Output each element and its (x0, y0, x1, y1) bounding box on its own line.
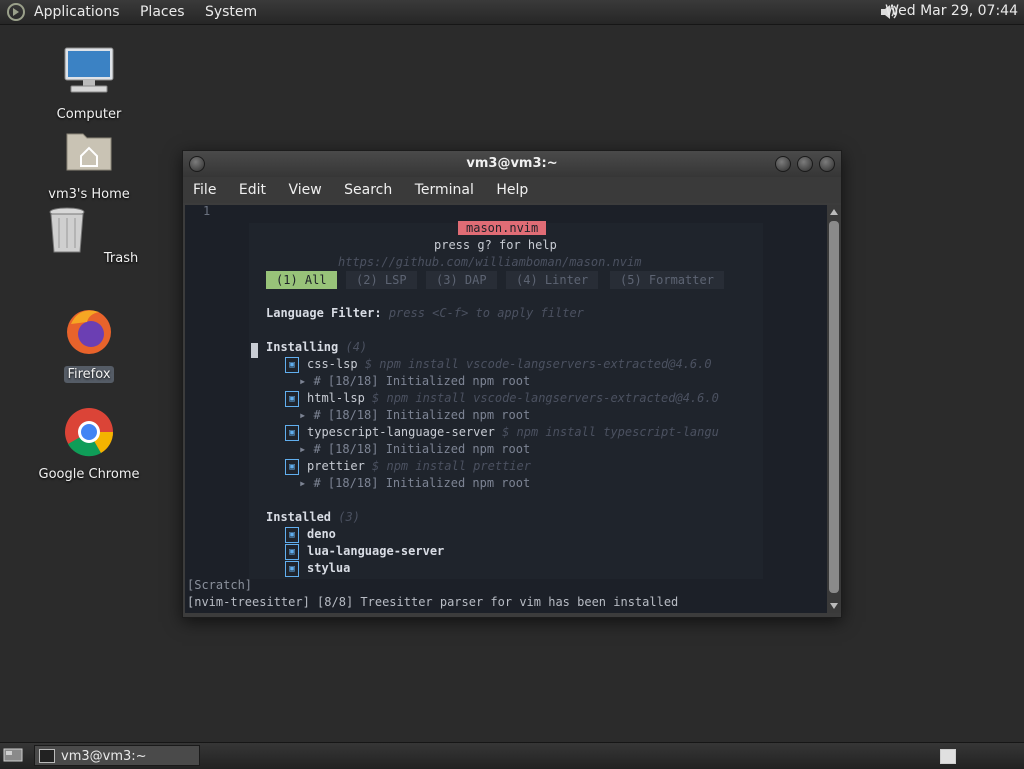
tab-linter[interactable]: (4) Linter (506, 271, 599, 289)
menu-help[interactable]: Help (496, 182, 528, 198)
panel-menu: Applications Places System (34, 0, 273, 24)
package-icon: ▣ (285, 560, 299, 577)
applications-menu[interactable]: Applications (34, 4, 120, 20)
show-desktop-icon[interactable] (3, 747, 23, 763)
desktop-icon-label: vm3's Home (48, 187, 130, 202)
message-line: [nvim-treesitter] [8/8] Treesitter parse… (187, 595, 679, 609)
desktop-icon-label: Computer (56, 107, 122, 122)
menu-edit[interactable]: Edit (239, 182, 266, 198)
menu-view[interactable]: View (288, 182, 321, 198)
computer-icon (64, 47, 114, 93)
distro-logo-icon[interactable] (6, 2, 26, 22)
tab-lsp[interactable]: (2) LSP (346, 271, 417, 289)
menu-file[interactable]: File (193, 182, 216, 198)
terminal-scrollbar[interactable] (827, 205, 841, 613)
window-menubar: File Edit View Search Terminal Help (183, 177, 841, 203)
package-icon: ▣ (285, 424, 299, 441)
places-menu[interactable]: Places (140, 4, 185, 20)
terminal-window[interactable]: vm3@vm3:~ File Edit View Search Terminal… (182, 150, 842, 618)
install-progress[interactable]: ▸ # [18/18] Initialized npm root (299, 475, 530, 492)
installing-item[interactable]: ▣ css-lsp $ npm install vscode-langserver… (285, 356, 712, 373)
package-icon: ▣ (285, 356, 299, 373)
desktop-icon-label: Trash (103, 251, 139, 266)
install-progress[interactable]: ▸ # [18/18] Initialized npm root (299, 373, 530, 390)
home-folder-icon (66, 133, 112, 171)
install-progress[interactable]: ▸ # [18/18] Initialized npm root (299, 441, 530, 458)
installed-item[interactable]: ▣ lua-language-server (285, 543, 444, 560)
scrollbar-thumb[interactable] (829, 221, 839, 593)
installing-heading: Installing (4) (266, 340, 368, 354)
close-button[interactable] (819, 156, 835, 172)
terminal-icon (39, 749, 55, 763)
mason-url[interactable]: https://github.com/williamboman/mason.nv… (338, 254, 641, 271)
package-icon: ▣ (285, 458, 299, 475)
installing-item[interactable]: ▣ prettier $ npm install prettier (285, 458, 531, 475)
bottom-panel: vm3@vm3:~ (0, 742, 1024, 769)
tab-formatter[interactable]: (5) Formatter (610, 271, 724, 289)
installing-item[interactable]: ▣ html-lsp $ npm install vscode-langserve… (285, 390, 719, 407)
tab-all[interactable]: (1) All (266, 271, 337, 289)
package-icon: ▣ (285, 390, 299, 407)
mason-help-text: press g? for help (434, 238, 557, 252)
taskbar-item-label: vm3@vm3:~ (61, 749, 147, 764)
desktop-icon-label: Firefox (64, 366, 114, 383)
desktop-icon-firefox[interactable]: Firefox (34, 304, 144, 383)
installed-heading: Installed (3) (266, 510, 360, 524)
system-menu[interactable]: System (205, 4, 257, 20)
maximize-button[interactable] (797, 156, 813, 172)
workspace-switcher[interactable] (940, 749, 956, 764)
menu-terminal[interactable]: Terminal (415, 182, 474, 198)
terminal-cursor (251, 343, 258, 358)
window-menu-button[interactable] (189, 156, 205, 172)
trash-icon (49, 207, 85, 253)
window-title: vm3@vm3:~ (466, 156, 558, 171)
menu-search[interactable]: Search (344, 182, 392, 198)
language-filter: Language Filter: press <C-f> to apply fi… (266, 306, 584, 320)
window-titlebar[interactable]: vm3@vm3:~ (183, 151, 841, 177)
status-line: [Scratch] (187, 578, 253, 592)
install-progress[interactable]: ▸ # [18/18] Initialized npm root (299, 407, 530, 424)
desktop-icon-trash[interactable]: Trash (34, 204, 144, 267)
installing-item[interactable]: ▣ typescript-language-server $ npm instal… (285, 424, 719, 441)
scroll-down-icon[interactable] (830, 603, 838, 609)
clock[interactable]: Wed Mar 29, 07:44 (885, 0, 1018, 22)
desktop-icon-home[interactable]: vm3's Home (34, 124, 144, 203)
package-icon: ▣ (285, 543, 299, 560)
minimize-button[interactable] (775, 156, 791, 172)
mason-title: mason.nvim (458, 220, 547, 237)
top-panel: Applications Places System Wed Mar 29, 0… (0, 0, 1024, 25)
taskbar-item-terminal[interactable]: vm3@vm3:~ (34, 745, 200, 766)
scroll-up-icon[interactable] (830, 209, 838, 215)
tab-dap[interactable]: (3) DAP (426, 271, 497, 289)
package-icon: ▣ (285, 526, 299, 543)
firefox-icon (67, 310, 111, 354)
desktop-icon-chrome[interactable]: Google Chrome (34, 404, 144, 483)
installed-item[interactable]: ▣ deno (285, 526, 336, 543)
chrome-icon (65, 408, 114, 457)
desktop-icon-label: Google Chrome (38, 467, 140, 482)
desktop-icon-computer[interactable]: Computer (34, 44, 144, 123)
installed-item[interactable]: ▣ stylua (285, 560, 350, 577)
line-number: 1 (203, 205, 211, 218)
terminal-area[interactable]: 1 mason.nvim press g? for help https://g… (185, 205, 827, 613)
